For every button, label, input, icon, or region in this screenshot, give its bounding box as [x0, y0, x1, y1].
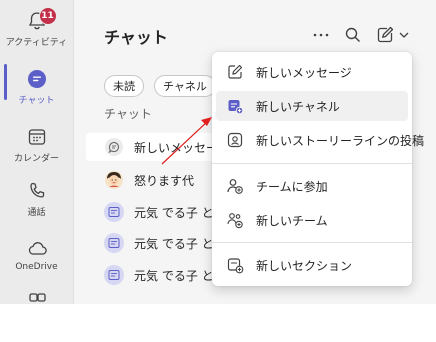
rail-item-calls[interactable]: 通話	[0, 180, 73, 232]
chat-name: 元気 でる子 と	[134, 236, 214, 251]
compose-icon	[226, 63, 244, 81]
rail-item-activity[interactable]: 11 アクティビティ	[0, 7, 73, 62]
notification-badge: 11	[38, 7, 57, 25]
section-label: チャット	[104, 107, 152, 121]
rail-label-onedrive: OneDrive	[15, 262, 58, 272]
page-title: チャット	[104, 28, 168, 47]
new-channel-icon	[226, 97, 244, 115]
filter-unread[interactable]: 未読	[104, 75, 144, 97]
rail-label-activity: アクティビティ	[5, 38, 68, 48]
rail-item-onedrive[interactable]: OneDrive	[0, 237, 73, 289]
rail-item-chat[interactable]: チャット	[0, 68, 73, 120]
rail-label-calendar: カレンダー	[13, 154, 59, 164]
bell-icon: 11	[26, 7, 57, 32]
menu-divider	[212, 242, 412, 243]
avatar	[104, 170, 124, 190]
menu-label: 新しいストーリーラインの投稿	[256, 133, 425, 148]
join-team-icon	[226, 177, 244, 195]
menu-item-new-section[interactable]: 新しいセクション	[216, 250, 408, 280]
rail-label-calls: 通話	[27, 208, 46, 218]
rail-item-calendar[interactable]: カレンダー	[0, 126, 73, 178]
phone-icon	[26, 180, 48, 202]
menu-item-join-team[interactable]: チームに参加	[216, 171, 408, 201]
cloud-icon	[26, 237, 48, 259]
menu-label: 新しいセクション	[256, 258, 353, 273]
filter-channels[interactable]: チャネル	[154, 75, 216, 97]
menu-divider	[212, 163, 412, 164]
menu-item-new-message[interactable]: 新しいメッセージ	[216, 57, 408, 87]
menu-label: 新しいチーム	[256, 213, 328, 228]
menu-item-new-team[interactable]: 新しいチーム	[216, 205, 408, 235]
apps-icon	[26, 290, 48, 312]
new-section-icon	[226, 256, 244, 274]
search-icon[interactable]	[342, 24, 364, 46]
chat-icon	[26, 68, 48, 90]
menu-item-new-storyline[interactable]: 新しいストーリーラインの投稿	[216, 125, 424, 155]
group-chat-icon	[104, 265, 124, 285]
group-chat-icon	[104, 233, 124, 253]
rail-label-chat: チャット	[18, 96, 55, 106]
menu-label: チームに参加	[256, 179, 328, 194]
storyline-icon	[226, 131, 244, 149]
chat-draft-icon	[104, 137, 124, 157]
menu-label: 新しいメッセージ	[256, 65, 352, 80]
new-team-icon	[226, 211, 244, 229]
chat-name: 怒ります代	[134, 173, 195, 188]
menu-item-new-channel[interactable]: 新しいチャネル	[216, 91, 408, 121]
chat-name: 元気 でる子 と	[134, 205, 214, 220]
calendar-icon	[26, 126, 48, 148]
rail-item-apps[interactable]	[0, 290, 73, 342]
new-item-menu: 新しいメッセージ 新しいチャネル 新しいストーリーラインの投稿 チームに参加 新…	[212, 52, 424, 286]
new-chat-button[interactable]	[374, 24, 414, 46]
group-chat-icon	[104, 202, 124, 222]
more-options-icon[interactable]	[310, 24, 332, 46]
menu-label: 新しいチャネル	[256, 99, 340, 114]
chat-name: 元気 でる子 と	[134, 268, 214, 283]
app-rail: 11 アクティビティ チャット カレンダー 通話 OneDrive	[0, 0, 74, 304]
